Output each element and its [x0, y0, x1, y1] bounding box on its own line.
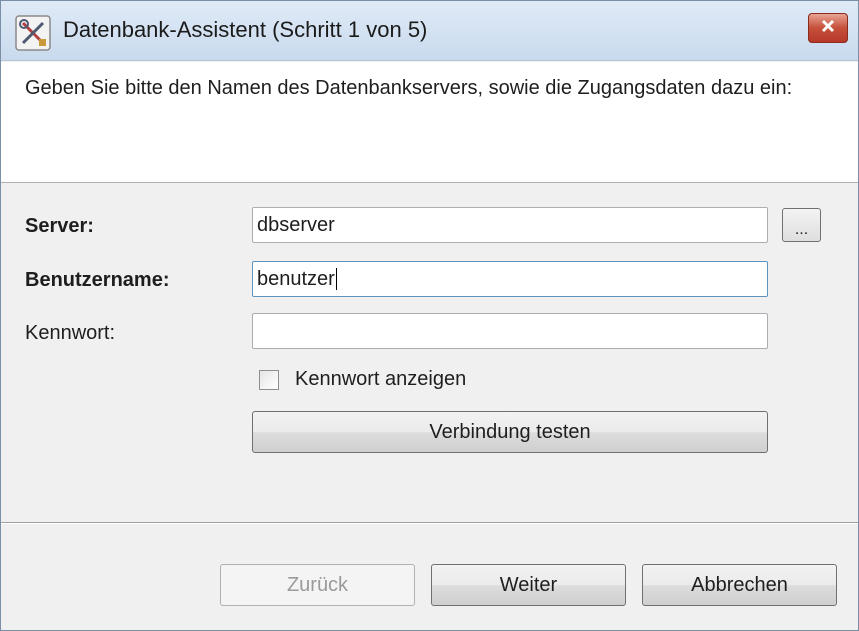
- title-bar[interactable]: Datenbank-Assistent (Schritt 1 von 5): [1, 1, 858, 61]
- username-label: Benutzername:: [25, 269, 170, 291]
- server-input-value: dbserver: [257, 214, 335, 236]
- test-connection-button[interactable]: Verbindung testen: [252, 411, 768, 453]
- next-label: Weiter: [499, 573, 558, 596]
- window-title: Datenbank-Assistent (Schritt 1 von 5): [63, 17, 428, 42]
- close-button[interactable]: [808, 13, 848, 43]
- instruction-panel: Geben Sie bitte den Namen des Datenbanks…: [1, 62, 858, 182]
- test-connection-label: Verbindung testen: [429, 420, 591, 443]
- next-button[interactable]: Weiter: [431, 564, 626, 606]
- show-password-label[interactable]: Kennwort anzeigen: [295, 368, 466, 391]
- instruction-text: Geben Sie bitte den Namen des Datenbanks…: [25, 77, 793, 99]
- header-divider: [1, 182, 858, 183]
- browse-server-button[interactable]: ...: [782, 208, 821, 242]
- cancel-button[interactable]: Abbrechen: [642, 564, 837, 606]
- back-button[interactable]: Zurück: [220, 564, 415, 606]
- server-input[interactable]: dbserver: [252, 207, 768, 243]
- username-input[interactable]: benutzer: [252, 261, 768, 297]
- browse-server-label: ...: [794, 221, 809, 238]
- footer-divider: [1, 522, 858, 524]
- tools-icon: [15, 15, 51, 51]
- server-label: Server:: [25, 215, 94, 237]
- text-caret: [335, 268, 337, 290]
- close-icon: [820, 19, 836, 38]
- password-label: Kennwort:: [25, 322, 116, 344]
- cancel-label: Abbrechen: [691, 573, 788, 596]
- username-input-value: benutzer: [257, 268, 335, 290]
- back-label: Zurück: [286, 573, 349, 596]
- dialog-window: Datenbank-Assistent (Schritt 1 von 5) Ge…: [0, 0, 859, 631]
- show-password-checkbox[interactable]: [259, 370, 279, 390]
- password-input[interactable]: [252, 313, 768, 349]
